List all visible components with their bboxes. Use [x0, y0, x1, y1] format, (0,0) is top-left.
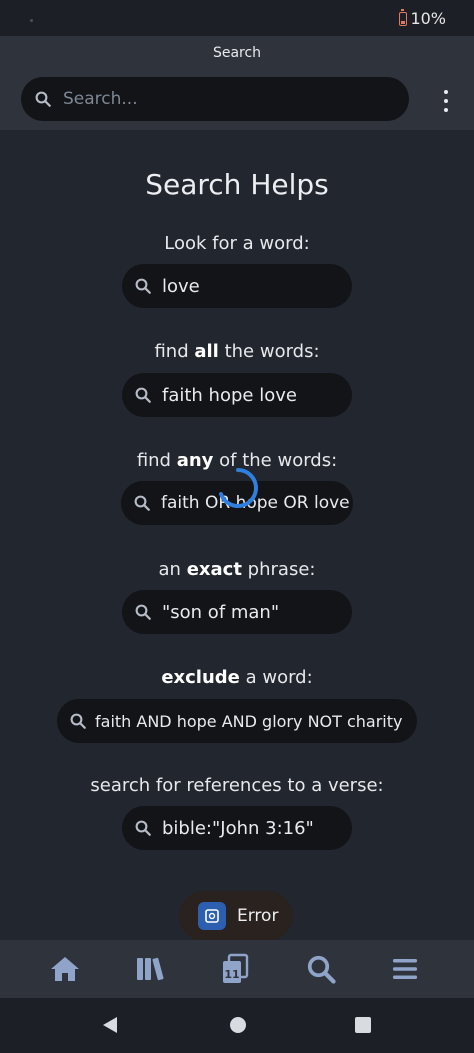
help-label-word: Look for a word: [164, 233, 310, 254]
overflow-menu-icon[interactable] [440, 90, 452, 112]
calendar-icon: 11 [223, 953, 249, 983]
nav-daily-reading[interactable]: 11 [188, 940, 283, 998]
search-helps-title: Search Helps [145, 168, 329, 201]
battery-icon [399, 8, 408, 26]
system-nav-bar [0, 998, 474, 1053]
help-example-text: love [162, 275, 200, 297]
search-icon [70, 713, 86, 729]
search-bar[interactable] [21, 77, 409, 121]
battery-level: 10% [410, 9, 446, 28]
home-button-icon[interactable] [229, 1016, 247, 1034]
error-toast: Error [179, 891, 293, 941]
bottom-nav: 11 [0, 940, 474, 998]
svg-text:11: 11 [225, 968, 240, 981]
search-icon [135, 387, 151, 403]
recents-icon[interactable] [354, 1016, 372, 1034]
help-label-exclude: exclude a word: [161, 667, 313, 688]
nav-home[interactable] [18, 940, 113, 998]
app-bar: Search [0, 36, 474, 130]
help-label-all: find all the words: [154, 341, 320, 362]
search-icon [135, 604, 151, 620]
help-example-exclude[interactable]: faith AND hope AND glory NOT charity [57, 699, 417, 743]
battery-indicator: 10% [399, 8, 446, 28]
search-icon [308, 955, 337, 984]
page-title: Search [212, 45, 262, 61]
help-example-exact[interactable]: "son of man" [122, 590, 352, 634]
search-icon [135, 820, 151, 836]
help-example-verse[interactable]: bible:"John 3:16" [122, 806, 352, 850]
toast-text: Error [237, 906, 279, 926]
back-icon[interactable] [101, 1016, 119, 1034]
nav-menu[interactable] [358, 940, 453, 998]
library-icon [137, 957, 164, 981]
help-example-text: faith AND hope AND glory NOT charity [95, 711, 403, 731]
search-input[interactable] [61, 88, 385, 110]
help-example-text: "son of man" [162, 601, 280, 623]
search-icon [135, 278, 151, 294]
status-bar: 10% [0, 0, 474, 36]
menu-icon [393, 959, 418, 979]
app-icon [198, 902, 226, 930]
help-example-word[interactable]: love [122, 264, 352, 308]
help-label-exact: an exact phrase: [158, 559, 316, 580]
nav-library[interactable] [103, 940, 198, 998]
notification-dot [30, 19, 33, 22]
help-example-text: bible:"John 3:16" [162, 817, 314, 839]
help-example-text: faith hope love [162, 384, 297, 406]
home-icon [51, 957, 80, 981]
help-label-verse: search for references to a verse: [90, 775, 384, 796]
nav-search[interactable] [274, 940, 369, 998]
loading-spinner-icon [219, 468, 258, 508]
search-icon [35, 91, 51, 107]
search-icon [134, 495, 150, 511]
help-example-all[interactable]: faith hope love [122, 373, 352, 417]
